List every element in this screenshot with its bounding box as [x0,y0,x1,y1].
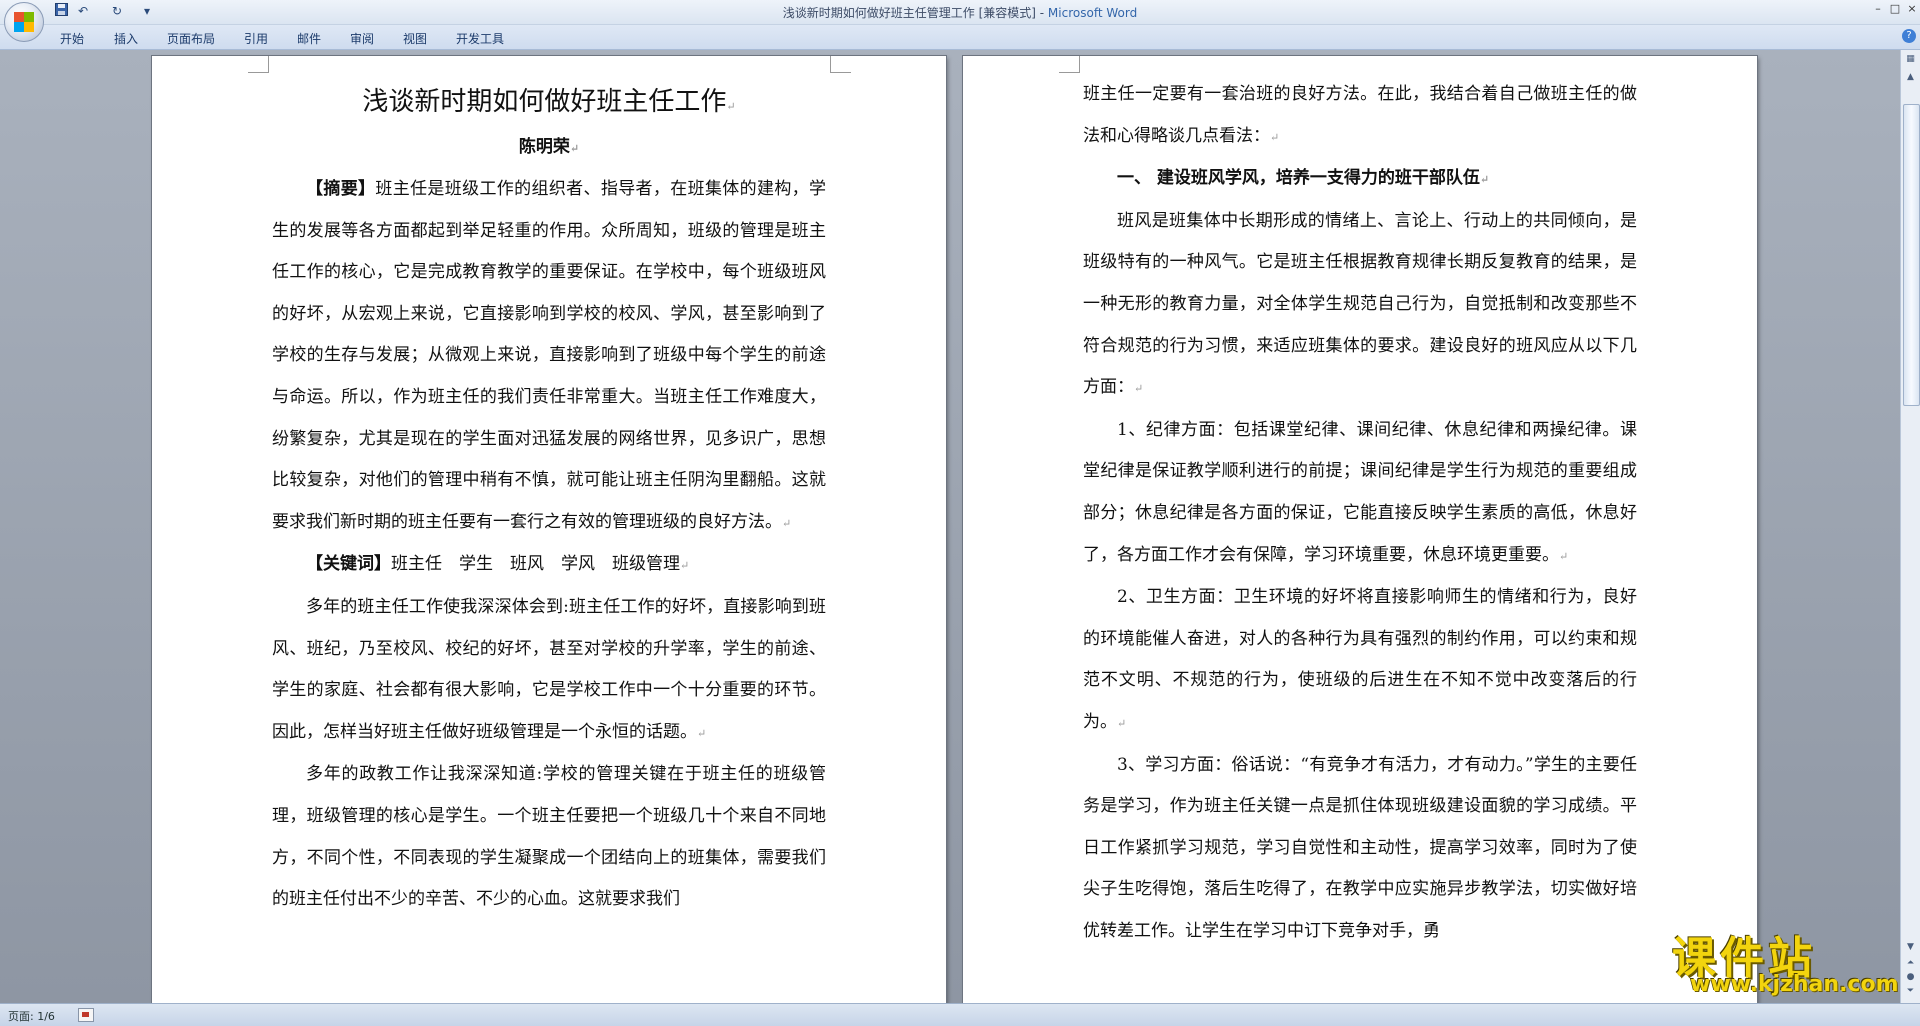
tab-view[interactable]: 视图 [403,30,427,47]
office-logo-icon [14,12,34,32]
body-paragraph: 多年的班主任工作使我深深体会到:班主任工作的好坏，直接影响到班风、班纪，乃至校风… [272,587,826,754]
abstract-text: 班主任是班级工作的组织者、指导者，在班集体的建构，学生的发展等各方面都起到举足轻… [272,179,827,532]
watermark-logo: 课件站 www.kjzhan.com [1672,922,1902,1002]
abstract-paragraph: 【摘要】班主任是班级工作的组织者、指导者，在班集体的建构，学生的发展等各方面都起… [272,169,826,544]
body-text: 多年的班主任工作使我深深体会到:班主任工作的好坏，直接影响到班风、班纪，乃至校风… [272,596,826,742]
tab-references[interactable]: 引用 [244,30,268,47]
body-paragraph: 班主任一定要有一套治班的良好方法。在此，我结合着自己做班主任的做法和心得略谈几点… [1083,74,1637,158]
window-title: 浅谈新时期如何做好班主任管理工作 [兼容模式] - Microsoft Word [0,4,1920,21]
section-heading: 一、 建设班风学风，培养一支得力的班干部队伍↵ [1083,158,1637,201]
body-text: 多年的政教工作让我深深知道:学校的管理关键在于班主任的班级管理，班级管理的核心是… [272,764,826,910]
crop-mark [1059,56,1080,73]
keywords-text: 班主任 学生 班风 学风 班级管理 [391,554,680,575]
minimize-button[interactable]: – [1869,2,1887,16]
page-1: 浅谈新时期如何做好班主任工作↵ 陈明荣↵ 【摘要】班主任是班级工作的组织者、指导… [152,56,946,1003]
abstract-label: 【摘要】 [306,179,376,199]
proofing-icon[interactable] [78,1008,94,1022]
maximize-button[interactable]: □ [1886,2,1904,16]
body-paragraph: 多年的政教工作让我深深知道:学校的管理关键在于班主任的班级管理，班级管理的核心是… [272,754,826,920]
previous-page-icon[interactable]: ⏶ [1903,956,1918,971]
paragraph-mark: ↵ [782,516,792,530]
section-heading-text: 一、 建设班风学风，培养一支得力的班干部队伍 [1117,168,1480,189]
document-title: 浅谈新时期如何做好班主任管理工作 [兼容模式] - [782,6,1048,20]
scroll-up-icon[interactable]: ▲ [1903,70,1918,85]
scroll-down-icon[interactable]: ▼ [1903,940,1918,955]
tab-developer[interactable]: 开发工具 [456,30,504,47]
crop-mark [248,56,269,73]
ruler-toggle-icon[interactable]: ▦ [1903,52,1918,67]
page-count-status[interactable]: 页面: 1/6 [8,1008,55,1024]
help-icon[interactable]: ? [1902,29,1916,43]
body-text: 班风是班集体中长期形成的情绪上、言论上、行动上的共同倾向，是班级特有的一种风气。… [1083,210,1637,398]
paragraph-mark: ↵ [1479,173,1490,187]
paragraph-mark: ↵ [1270,130,1280,144]
body-paragraph: 2、卫生方面：卫生环境的好坏将直接影响师生的情绪和行为，良好的环境能催人奋进，对… [1083,577,1637,744]
body-paragraph: 3、学习方面：俗话说：“有竞争才有活力，才有动力。”学生的主要任务是学习，作为班… [1083,745,1637,953]
page-2: 班主任一定要有一套治班的良好方法。在此，我结合着自己做班主任的做法和心得略谈几点… [963,56,1757,1003]
author-name: 陈明荣 [518,137,570,157]
ribbon-tabs: 开始 插入 页面布局 引用 邮件 审阅 视图 开发工具 ? [0,25,1920,50]
body-text: 3、学习方面：俗话说：“有竞争才有活力，才有动力。”学生的主要任务是学习，作为班… [1083,754,1637,941]
body-text: 2、卫生方面：卫生环境的好坏将直接影响师生的情绪和行为，良好的环境能催人奋进，对… [1083,587,1637,732]
app-name: Microsoft Word [1047,6,1138,20]
keywords-paragraph: 【关键词】班主任 学生 班风 学风 班级管理↵ [272,544,826,587]
body-paragraph: 1、纪律方面：包括课堂纪律、课间纪律、休息纪律和两操纪律。课堂纪律是保证教学顺利… [1083,410,1637,577]
vertical-scrollbar[interactable]: ▦ ▲ ▼ ⏶ ● ⏷ [1900,50,1920,1003]
tab-mailings[interactable]: 邮件 [297,30,321,47]
close-button[interactable]: × [1903,2,1920,16]
paragraph-mark: ↵ [726,100,736,113]
body-text: 班主任一定要有一套治班的良好方法。在此，我结合着自己做班主任的做法和心得略谈几点… [1083,84,1637,146]
paragraph-mark: ↵ [697,726,707,740]
body-text: 1、纪律方面：包括课堂纪律、课间纪律、休息纪律和两操纪律。课堂纪律是保证教学顺利… [1083,419,1637,565]
crop-mark [830,56,851,73]
keywords-label: 【关键词】 [306,554,391,575]
page-2-text[interactable]: 班主任一定要有一套治班的良好方法。在此，我结合着自己做班主任的做法和心得略谈几点… [1083,74,1637,952]
paragraph-mark: ↵ [1134,382,1144,396]
watermark-url: www.kjzhan.com [1690,972,1899,997]
tab-review[interactable]: 审阅 [350,30,374,47]
page-1-text[interactable]: 浅谈新时期如何做好班主任工作↵ 陈明荣↵ 【摘要】班主任是班级工作的组织者、指导… [272,56,826,921]
scroll-thumb[interactable] [1903,104,1920,406]
status-bar: 页面: 1/6 [0,1003,1920,1026]
tab-home[interactable]: 开始 [60,30,84,47]
paragraph-mark: ↵ [569,142,580,155]
tab-insert[interactable]: 插入 [114,30,138,47]
document-workspace: 浅谈新时期如何做好班主任工作↵ 陈明荣↵ 【摘要】班主任是班级工作的组织者、指导… [0,50,1900,1003]
title-bar: ↶ ↻ ▾ 浅谈新时期如何做好班主任管理工作 [兼容模式] - Microsof… [0,0,1920,42]
office-button[interactable] [4,2,44,42]
paragraph-mark: ↵ [680,559,690,573]
tab-page-layout[interactable]: 页面布局 [167,30,215,47]
select-browse-object-icon[interactable]: ● [1903,970,1918,985]
paragraph-mark: ↵ [1559,549,1569,563]
next-page-icon[interactable]: ⏷ [1903,984,1918,999]
body-paragraph: 班风是班集体中长期形成的情绪上、言论上、行动上的共同倾向，是班级特有的一种风气。… [1083,201,1637,410]
document-heading: 浅谈新时期如何做好班主任工作 [362,87,727,117]
paragraph-mark: ↵ [1117,716,1127,730]
